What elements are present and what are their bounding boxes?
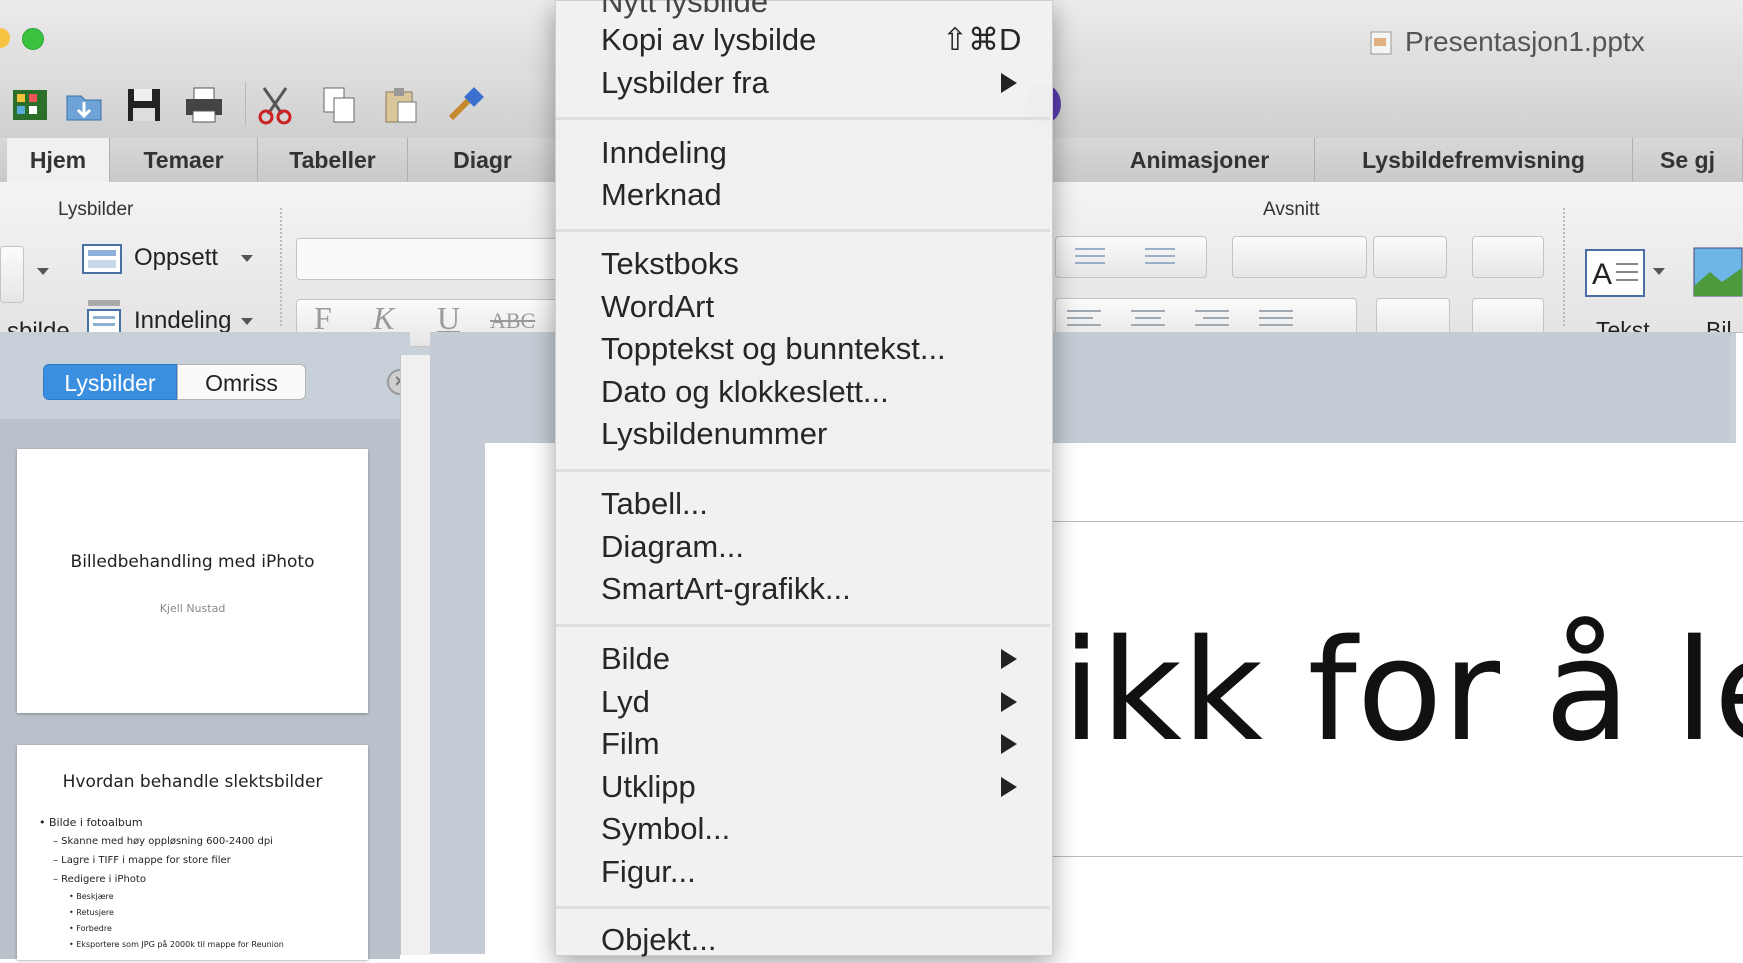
menu-item-header-footer[interactable]: Topptekst og bunntekst... xyxy=(601,331,946,367)
picture-icon[interactable] xyxy=(1692,246,1743,298)
bullet: • Forbedre xyxy=(69,924,112,933)
menu-separator xyxy=(556,906,1050,909)
menu-item-picture[interactable]: Bilde xyxy=(601,641,670,677)
font-name-field[interactable] xyxy=(296,238,568,280)
chevron-down-icon[interactable] xyxy=(1653,268,1665,275)
thumbnail-title: Billedbehandling med iPhoto xyxy=(70,552,315,572)
ribbon-divider xyxy=(280,208,284,326)
chevron-down-icon[interactable] xyxy=(241,255,253,262)
menu-item-clip-art[interactable]: Utklipp xyxy=(601,769,696,805)
tab-themes[interactable]: Temaer xyxy=(110,138,258,182)
slide-title-placeholder[interactable]: ikk for å le xyxy=(1062,610,1743,773)
tab-charts[interactable]: Diagr xyxy=(408,138,558,182)
tab-home[interactable]: Hjem xyxy=(7,138,110,182)
section-button[interactable]: Inndeling xyxy=(134,307,231,335)
toolbar-separator xyxy=(245,82,246,126)
menu-item-object[interactable]: Objekt... xyxy=(601,922,716,958)
duplicate-shortcut: ⇧⌘D xyxy=(942,22,1022,57)
tab-view[interactable]: Se gj xyxy=(1633,138,1743,182)
bullet: • Bilde i fotoalbum xyxy=(39,816,143,829)
document-title: Presentasjon1.pptx xyxy=(1405,26,1645,57)
menu-item-shape[interactable]: Figur... xyxy=(601,854,696,890)
submenu-arrow-icon xyxy=(1001,649,1017,669)
line-spacing-button[interactable] xyxy=(1373,236,1447,278)
slide-thumbnail-2[interactable]: Hvordan behandle slektsbilder • Bilde i … xyxy=(17,745,368,960)
bullet: • Retusjere xyxy=(69,908,114,917)
menu-item-date-time[interactable]: Dato og klokkeslett... xyxy=(601,374,889,410)
tab-slideshow[interactable]: Lysbildefremvisning xyxy=(1315,138,1633,182)
menu-item-slide-number[interactable]: Lysbildenummer xyxy=(601,416,827,452)
open-icon[interactable] xyxy=(63,84,105,126)
save-icon[interactable] xyxy=(123,84,165,126)
group-label-paragraph: Avsnitt xyxy=(1263,199,1320,220)
menu-item-smartart[interactable]: SmartArt-grafikk... xyxy=(601,571,851,607)
group-label-slides: Lysbilder xyxy=(58,199,134,220)
menu-item-table[interactable]: Tabell... xyxy=(601,486,708,522)
layout-button[interactable]: Oppsett xyxy=(134,244,218,272)
thumbnail-title: Hvordan behandle slektsbilder xyxy=(62,772,323,792)
strikethrough-button[interactable]: ABC xyxy=(490,308,535,334)
submenu-arrow-icon xyxy=(1001,73,1017,93)
thumbnail-subtitle: Kjell Nustad xyxy=(159,602,226,615)
menu-separator xyxy=(556,117,1050,120)
print-icon[interactable] xyxy=(183,84,225,126)
ribbon-divider xyxy=(1563,208,1567,326)
bullet: – Skanne med høy oppløsning 600-2400 dpi xyxy=(53,836,273,847)
menu-item-movie[interactable]: Film xyxy=(601,726,660,762)
bullet: • Eksportere som JPG på 2000k til mappe … xyxy=(69,940,284,949)
submenu-arrow-icon xyxy=(1001,777,1017,797)
submenu-arrow-icon xyxy=(1001,734,1017,754)
menu-separator xyxy=(556,229,1050,232)
tab-animations[interactable]: Animasjoner xyxy=(1085,138,1315,182)
placeholder-guide xyxy=(1052,856,1743,857)
zoom-button[interactable] xyxy=(22,28,44,50)
menu-item-wordart[interactable]: WordArt xyxy=(601,289,714,325)
menu-separator xyxy=(556,469,1050,472)
menu-item-audio[interactable]: Lyd xyxy=(601,684,650,720)
menu-item-slides-from[interactable]: Lysbilder fra xyxy=(601,65,769,101)
chevron-down-icon[interactable] xyxy=(37,268,49,275)
document-icon xyxy=(1370,31,1392,55)
tab-tables[interactable]: Tabeller xyxy=(258,138,408,182)
layout-icon[interactable] xyxy=(82,244,122,274)
bullet: – Lagre i TIFF i mappe for store filer xyxy=(53,855,231,866)
text-box-icon[interactable]: A xyxy=(1584,248,1646,298)
menu-item-section[interactable]: Inndeling xyxy=(601,135,727,171)
bullet: – Redigere i iPhoto xyxy=(53,874,146,885)
indent-buttons[interactable] xyxy=(1232,236,1367,278)
align-icon xyxy=(1067,310,1293,326)
menu-item-chart[interactable]: Diagram... xyxy=(601,529,744,565)
menu-item-duplicate-slide[interactable]: Kopi av lysbilde xyxy=(601,22,816,58)
pane-scrollbar[interactable] xyxy=(400,355,431,955)
slide-thumbnail-1[interactable]: Billedbehandling med iPhoto Kjell Nustad xyxy=(17,449,368,713)
cut-icon[interactable] xyxy=(254,84,296,126)
copy-icon[interactable] xyxy=(318,84,360,126)
gallery-icon[interactable] xyxy=(9,84,51,126)
columns-button[interactable] xyxy=(1472,236,1544,278)
menu-item-textbox[interactable]: Tekstboks xyxy=(601,246,739,282)
svg-text:A: A xyxy=(1592,258,1612,291)
tab-outline[interactable]: Omriss xyxy=(177,364,306,400)
menu-item-new-slide[interactable]: Nytt lysbilde xyxy=(601,0,768,20)
tab-slides[interactable]: Lysbilder xyxy=(43,364,177,400)
list-icon xyxy=(1075,248,1175,264)
bullet: • Beskjære xyxy=(69,892,114,901)
paste-icon[interactable] xyxy=(380,84,422,126)
chevron-down-icon[interactable] xyxy=(241,318,253,325)
menu-separator xyxy=(556,624,1050,627)
thumbnail-bullets: • Bilde i fotoalbum – Skanne med høy opp… xyxy=(39,813,284,953)
menu-item-comment[interactable]: Merknad xyxy=(601,177,722,213)
menu-item-symbol[interactable]: Symbol... xyxy=(601,811,730,847)
submenu-arrow-icon xyxy=(1001,692,1017,712)
placeholder-guide xyxy=(1052,521,1743,522)
format-painter-icon[interactable] xyxy=(445,84,487,126)
new-slide-button[interactable] xyxy=(0,246,24,303)
